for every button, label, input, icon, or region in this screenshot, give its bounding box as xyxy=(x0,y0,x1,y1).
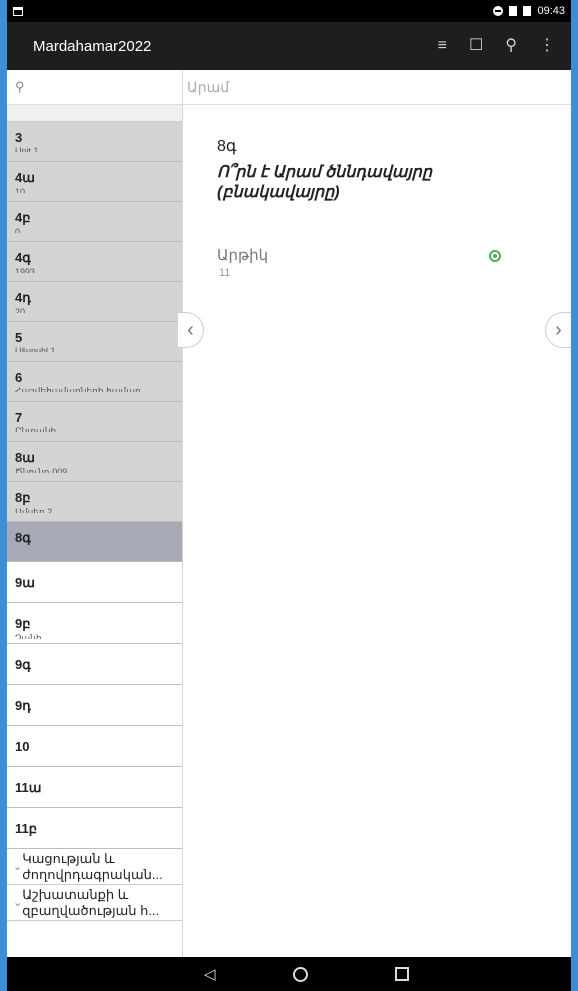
sidebar: ⚲ 3 Unit 1 4ա 10 4բ 0 4գ 1993 4դ 20 5 Ušunuhl 1 6 Հաշ… xyxy=(7,70,183,957)
sidebar-item[interactable]: 9բ Չանի xyxy=(7,603,182,644)
sidebar-item[interactable]: 10 xyxy=(7,726,182,767)
app-title: Mardahamar2022 xyxy=(33,37,152,55)
sidebar-item-answer: 20 xyxy=(15,307,26,313)
screen-bezel-right xyxy=(571,0,578,991)
sidebar-item[interactable]: 11ա xyxy=(7,767,182,808)
sidebar-item-label: 9ա xyxy=(15,575,35,590)
status-time: 09:43 xyxy=(537,5,565,17)
sidebar-item-label: 10 xyxy=(15,739,30,754)
sidebar-item[interactable]: 4բ 0 xyxy=(7,202,182,242)
sidebar-item-answer: Ամսեր 2 xyxy=(15,507,53,513)
notification-icon xyxy=(13,6,23,16)
sidebar-item[interactable]: 4դ 20 xyxy=(7,282,182,322)
sidebar-spacer xyxy=(7,105,182,122)
breadcrumb[interactable]: Արամ xyxy=(183,70,571,105)
do-not-disturb-icon xyxy=(493,6,504,16)
more-icon[interactable]: ⋮ xyxy=(539,38,555,54)
sidebar-item[interactable]: 3 Unit 1 xyxy=(7,122,182,162)
sidebar-item-label: 11բ xyxy=(15,821,37,836)
sidebar-item-answer: Հաշվեհամարների համար xyxy=(15,386,141,392)
sidebar-item[interactable]: 4գ 1993 xyxy=(7,242,182,282)
home-icon[interactable] xyxy=(293,967,308,982)
screen-bezel-left xyxy=(0,0,7,991)
sidebar-item-answer: 1993 xyxy=(15,267,36,273)
sidebar-item-answer: Չանի xyxy=(15,633,42,639)
sidebar-item-label: 3 xyxy=(15,130,23,145)
sidebar-item-label: 4ա xyxy=(15,170,35,185)
chevron-right-icon: › xyxy=(555,318,562,341)
sidebar-item[interactable]: 6 Հաշվեհամարների համար xyxy=(7,362,182,402)
sidebar-item-label: 9գ xyxy=(15,657,31,672)
sidebar-item-label: 8գ xyxy=(15,530,31,545)
battery-icon xyxy=(523,6,532,16)
search-icon: ⚲ xyxy=(15,79,25,94)
sidebar-item[interactable]: 4ա 10 xyxy=(7,162,182,202)
sim-icon xyxy=(509,6,518,16)
sidebar-group-label: Կացության և ժողովրդագրական... xyxy=(22,851,163,882)
sidebar-item-label: 4գ xyxy=(15,250,31,265)
sidebar-item-label: 9դ xyxy=(15,698,31,713)
sidebar-item-label: 4բ xyxy=(15,210,31,225)
back-icon[interactable]: ◁ xyxy=(204,965,216,983)
sidebar-item[interactable]: 9գ xyxy=(7,644,182,685)
main-content: Արամ 8գ Ո՞րն է Արամ ծննդավայրը (բնակավայ… xyxy=(183,70,571,957)
sidebar-item-label: 9բ xyxy=(15,616,31,631)
sidebar-group-label: Աշխատանքի և զբաղվածության հ... xyxy=(22,887,160,918)
system-navigation-bar: ◁ xyxy=(7,957,571,991)
recents-icon[interactable] xyxy=(395,967,409,981)
sidebar-item[interactable]: 8գ xyxy=(7,522,182,562)
sidebar-group[interactable]: ⌄ Աշխատանքի և զբաղվածության հ... xyxy=(7,885,182,921)
sidebar-item-answer: Ծնունդ 009 xyxy=(15,467,68,473)
question-code: 8գ xyxy=(217,138,237,155)
sidebar-item-label: 4դ xyxy=(15,290,31,305)
chevron-left-icon: ‹ xyxy=(187,318,194,341)
chevron-down-icon: ⌄ xyxy=(13,861,23,873)
question-text: Ո՞րն է Արամ ծննդավայրը (բնակավայրը) xyxy=(217,164,432,201)
answer-radio-selected[interactable] xyxy=(489,250,501,262)
sidebar-item[interactable]: 9դ xyxy=(7,685,182,726)
sidebar-item-answer: Ընտանի xyxy=(15,426,57,432)
sidebar-item-answer: 0 xyxy=(15,227,21,233)
chevron-down-icon: ⌄ xyxy=(13,897,23,909)
search-icon[interactable]: ⚲ xyxy=(505,38,517,54)
sidebar-item-answer: Unit 1 xyxy=(15,146,39,152)
status-bar: 09:43 xyxy=(7,0,571,22)
sidebar-item[interactable]: 11բ xyxy=(7,808,182,849)
sidebar-item[interactable]: 8ա Ծնունդ 009 xyxy=(7,442,182,482)
answer-option-label[interactable]: Արթիկ xyxy=(217,246,268,264)
sidebar-item-label: 8ա xyxy=(15,450,35,465)
sidebar-item-answer: Ušunuhl 1 xyxy=(15,346,56,352)
status-icons: 09:43 xyxy=(493,5,565,17)
app-actions: ≡ ☐ ⚲ ⋮ xyxy=(438,38,555,54)
sidebar-item[interactable]: 8բ Ամսեր 2 xyxy=(7,482,182,522)
sidebar-item-label: 11ա xyxy=(15,780,42,795)
sidebar-item[interactable]: 9ա xyxy=(7,562,182,603)
sidebar-item[interactable]: 5 Ušunuhl 1 xyxy=(7,322,182,362)
sidebar-list: 3 Unit 1 4ա 10 4բ 0 4գ 1993 4դ 20 5 Ušunuhl 1 6 Հաշվե… xyxy=(7,122,182,849)
sidebar-groups: ⌄ Կացության և ժողովրդագրական... ⌄ Աշխատանքի… xyxy=(7,849,182,921)
sidebar-item-label: 7 xyxy=(15,410,23,425)
app-bar: Mardahamar2022 ≡ ☐ ⚲ ⋮ xyxy=(7,22,571,70)
sidebar-group[interactable]: ⌄ Կացության և ժողովրդագրական... xyxy=(7,849,182,885)
sidebar-item[interactable]: 7 Ընտանի xyxy=(7,402,182,442)
list-icon[interactable]: ≡ xyxy=(438,38,447,54)
sidebar-item-answer: 10 xyxy=(15,187,26,193)
sidebar-item-label: 5 xyxy=(15,330,23,345)
sidebar-search[interactable]: ⚲ xyxy=(7,70,182,105)
answer-option-code: 11 xyxy=(219,267,231,279)
sidebar-item-label: 8բ xyxy=(15,490,31,505)
edit-icon[interactable]: ☐ xyxy=(469,38,483,54)
sidebar-item-label: 6 xyxy=(15,370,23,385)
